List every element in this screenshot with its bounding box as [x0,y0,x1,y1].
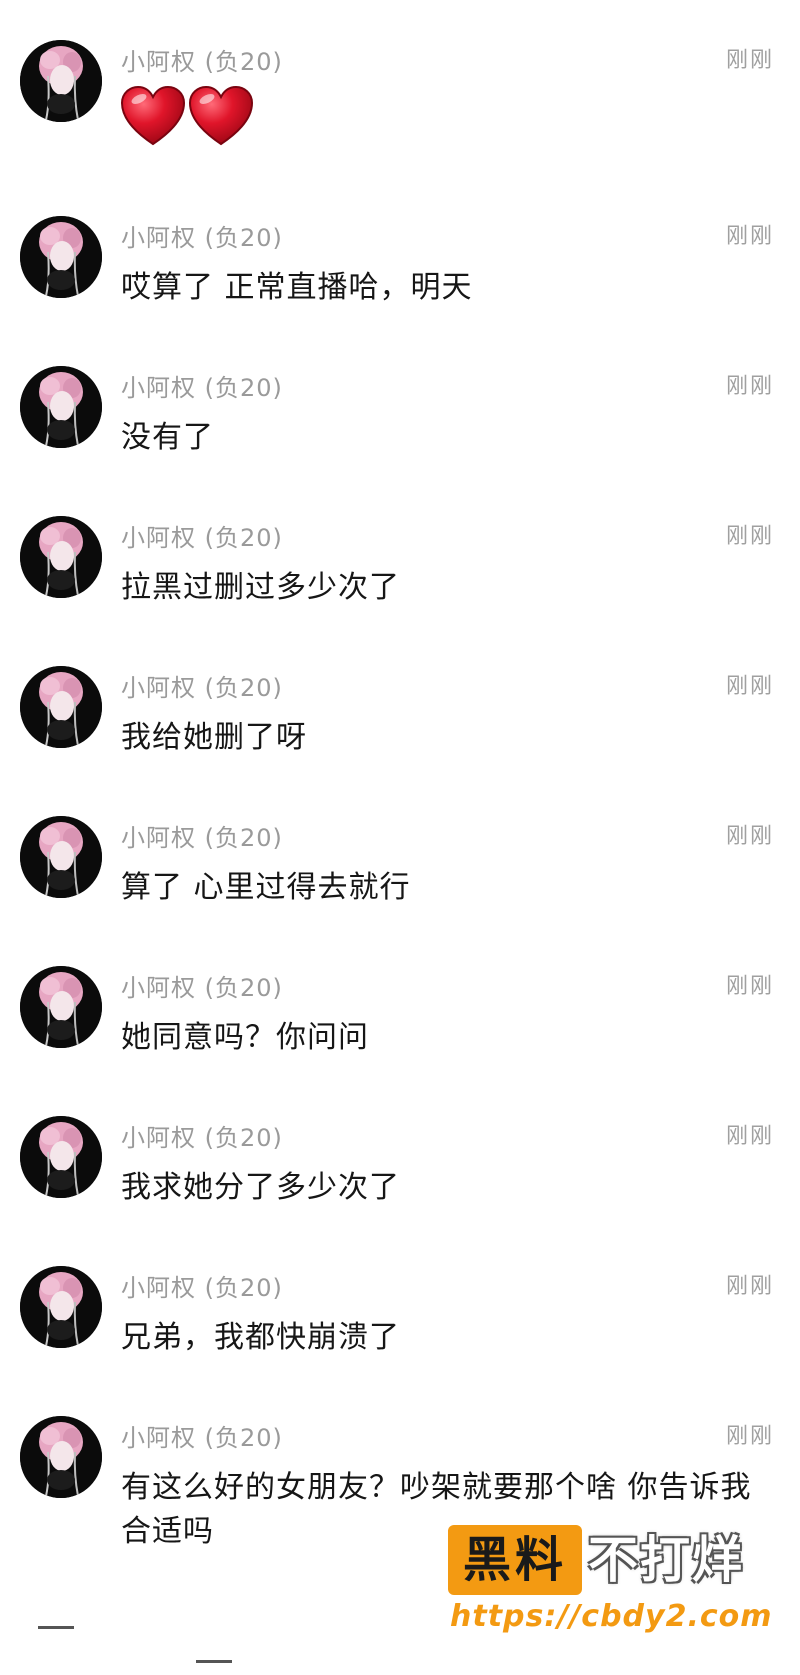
sender-name: 小阿权 (负20) [121,1424,283,1452]
avatar[interactable] [20,516,102,598]
message-text: 拉黑过删过多少次了 [121,570,400,605]
sender-name: 小阿权 (负20) [121,1274,283,1302]
message-time: 刚刚 [725,974,774,999]
message-time: 刚刚 [725,524,774,549]
sender-name: 小阿权 (负20) [121,224,283,252]
message-text: 没有了 [121,420,214,455]
watermark-url: https://cbdy2.com [450,1599,773,1634]
watermark-badge: 黑料 [448,1525,582,1595]
message-text: 我给她删了呀 [121,720,307,755]
sender-name: 小阿权 (负20) [121,524,283,552]
avatar[interactable] [20,666,102,748]
message-text: 她同意吗？你问问 [121,1020,369,1055]
message-item[interactable]: 小阿权 (负20) 刚刚我给她删了呀 [0,666,800,816]
message-text: 我求她分了多少次了 [121,1170,400,1205]
message-time: 刚刚 [725,224,774,249]
message-item[interactable]: 小阿权 (负20) 刚刚我求她分了多少次了 [0,1116,800,1266]
sender-name: 小阿权 (负20) [121,974,283,1002]
avatar[interactable] [20,1116,102,1198]
message-time: 刚刚 [725,1124,774,1149]
message-time: 刚刚 [725,48,774,73]
message-time: 刚刚 [725,1274,774,1299]
sender-name: 小阿权 (负20) [121,374,283,402]
message-item[interactable]: 小阿权 (负20) 刚刚哎算了 正常直播哈，明天 [0,216,800,366]
sender-name: 小阿权 (负20) [121,1124,283,1152]
bottom-divider-mark [38,1626,74,1629]
message-item[interactable]: 小阿权 (负20) 刚刚算了 心里过得去就行 [0,816,800,966]
message-item[interactable]: 小阿权 (负20) 刚刚 [0,40,800,190]
avatar[interactable] [20,966,102,1048]
sender-name: 小阿权 (负20) [121,674,283,702]
message-time: 刚刚 [725,824,774,849]
avatar[interactable] [20,1266,102,1348]
sender-name: 小阿权 (负20) [121,824,283,852]
avatar[interactable] [20,216,102,298]
message-time: 刚刚 [725,374,774,399]
bottom-divider-mark [196,1660,232,1663]
message-item[interactable]: 小阿权 (负20) 刚刚拉黑过删过多少次了 [0,516,800,666]
red-heart-icon [120,85,186,146]
message-item[interactable]: 小阿权 (负20) 刚刚她同意吗？你问问 [0,966,800,1116]
avatar[interactable] [20,1416,102,1498]
message-time: 刚刚 [725,1424,774,1449]
message-text: 哎算了 正常直播哈，明天 [121,270,473,305]
message-time: 刚刚 [725,674,774,699]
sender-name: 小阿权 (负20) [121,48,283,76]
avatar[interactable] [20,816,102,898]
message-text: 算了 心里过得去就行 [121,870,411,905]
avatar[interactable] [20,40,102,122]
message-text: 兄弟，我都快崩溃了 [121,1320,400,1355]
message-item[interactable]: 小阿权 (负20) 刚刚没有了 [0,366,800,516]
emoji-message [119,84,255,148]
red-heart-icon [188,85,254,146]
message-item[interactable]: 小阿权 (负20) 刚刚兄弟，我都快崩溃了 [0,1266,800,1416]
watermark-side-text: 不打烊 [588,1531,744,1589]
avatar[interactable] [20,366,102,448]
watermark: 黑料 不打烊 https://cbdy2.com [448,1525,788,1635]
